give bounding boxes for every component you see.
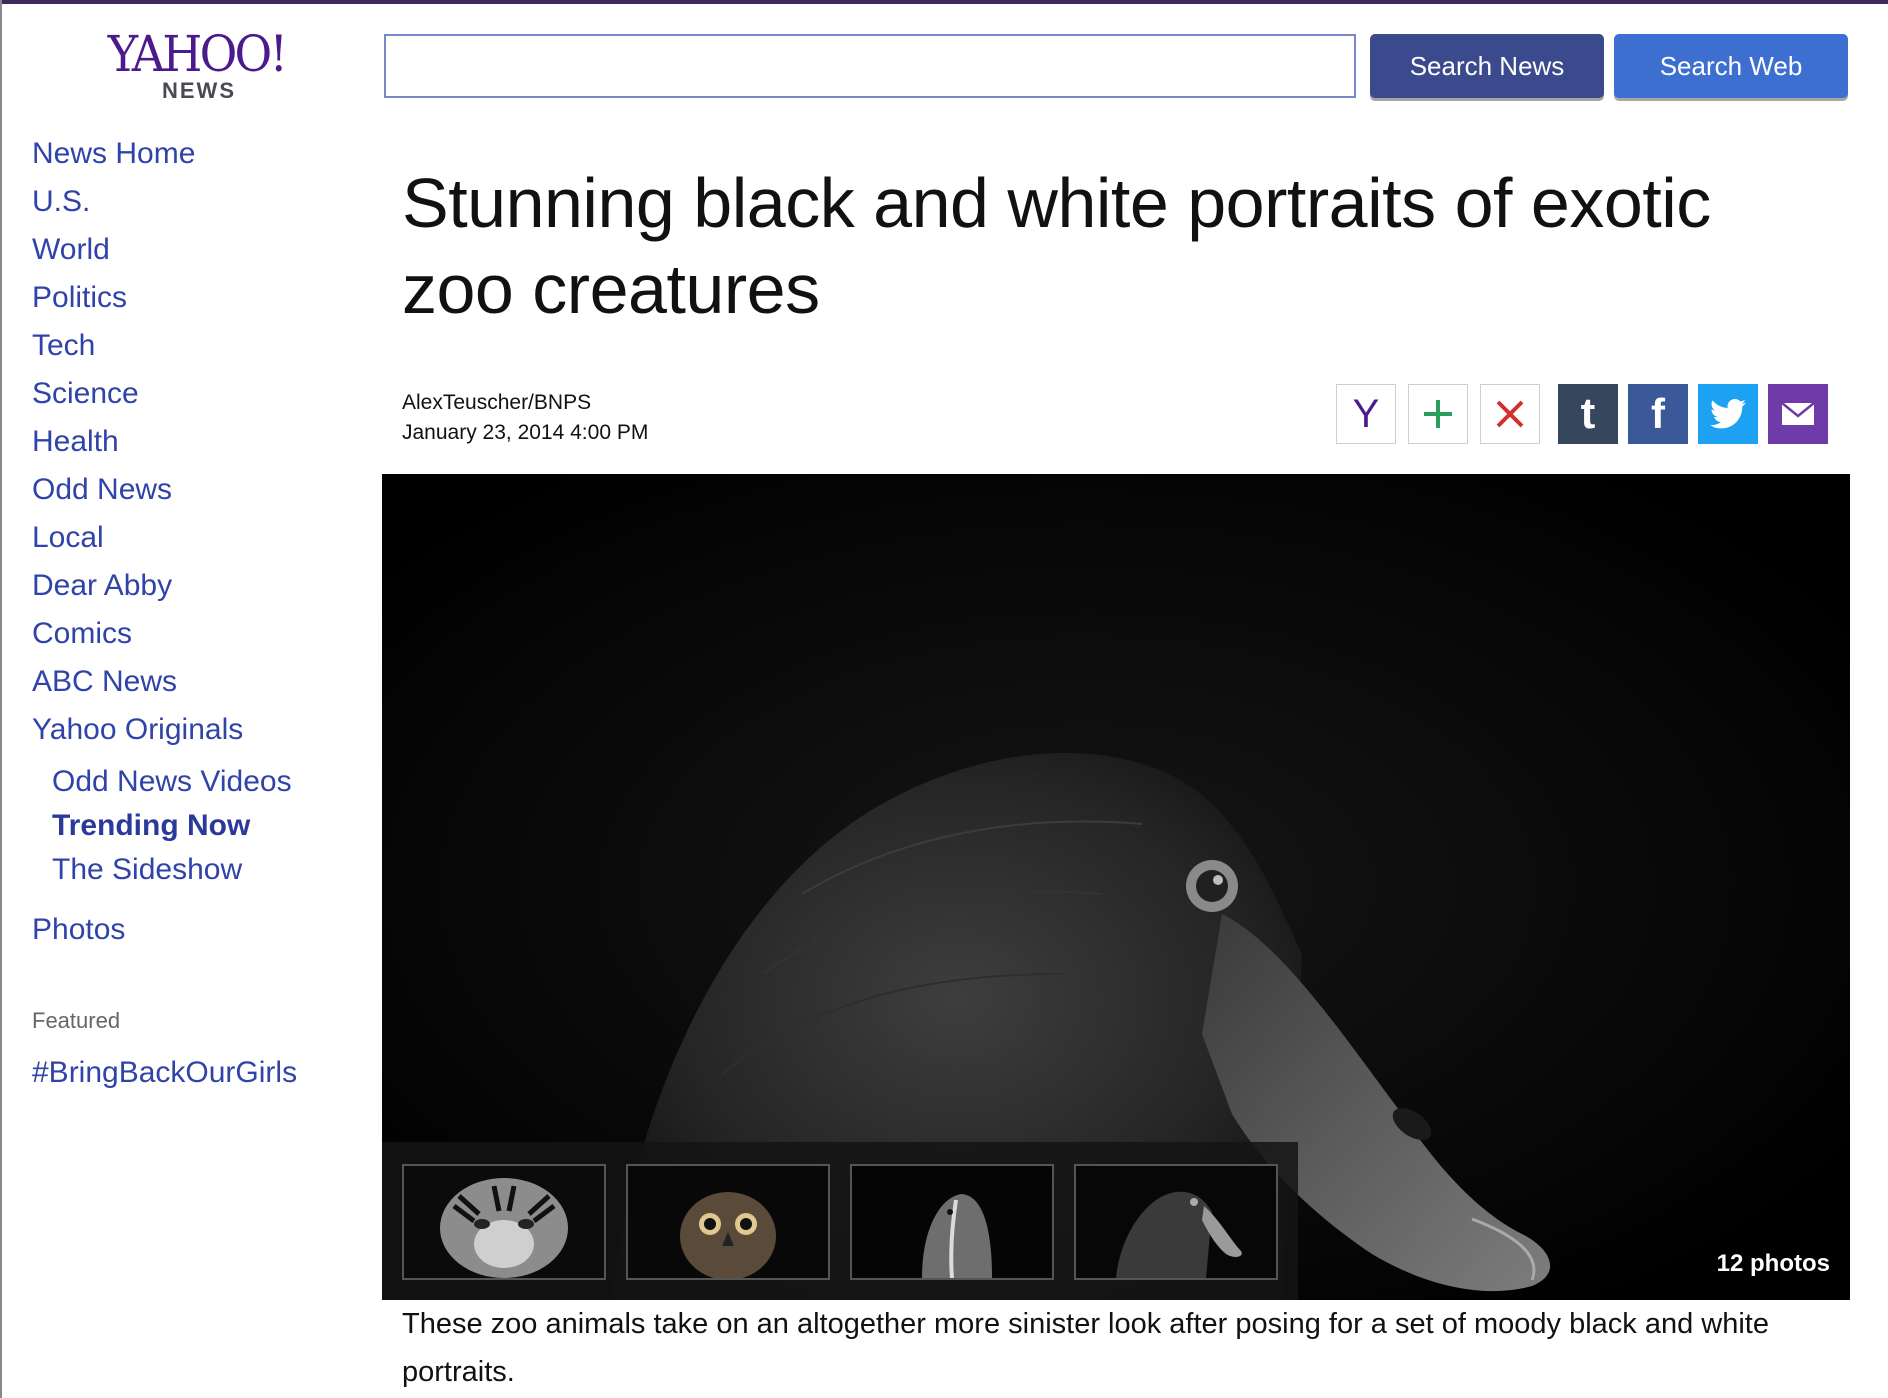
nav-item-health[interactable]: Health — [32, 418, 352, 466]
article-caption: These zoo animals take on an altogether … — [402, 1308, 1769, 1388]
window-left-border — [0, 0, 2, 1398]
window-top-border — [0, 0, 1888, 4]
nav-item-abc-news[interactable]: ABC News — [32, 658, 352, 706]
tumblr-icon[interactable]: t — [1558, 384, 1618, 444]
nav-item-dear-abby[interactable]: Dear Abby — [32, 562, 352, 610]
plus-icon[interactable] — [1408, 384, 1468, 444]
yahoo-y-icon[interactable]: Y — [1336, 384, 1396, 444]
nav-item-comics[interactable]: Comics — [32, 610, 352, 658]
nav-item-world[interactable]: World — [32, 226, 352, 274]
article-title: Stunning black and white portraits of ex… — [402, 164, 1711, 328]
photo-gallery-hero[interactable]: 12 photos — [382, 474, 1850, 1300]
article-date: January 23, 2014 4:00 PM — [402, 421, 649, 444]
featured-label: Featured — [32, 1008, 121, 1033]
bird-thumbnail-image — [852, 1166, 1052, 1278]
twitter-icon[interactable] — [1698, 384, 1758, 444]
search-news-button[interactable]: Search News — [1370, 34, 1604, 98]
nav-item-us[interactable]: U.S. — [32, 178, 352, 226]
featured-link[interactable]: #BringBackOurGirls — [32, 1056, 297, 1090]
thumbnail-tiger[interactable] — [402, 1164, 606, 1280]
nav-item-politics[interactable]: Politics — [32, 274, 352, 322]
sidebar-nav: News Home U.S. World Politics Tech Scien… — [32, 130, 352, 954]
twitter-bird-glyph — [1710, 399, 1746, 429]
close-icon[interactable] — [1480, 384, 1540, 444]
tiger-thumbnail-image — [404, 1166, 604, 1278]
facebook-glyph: f — [1651, 390, 1665, 437]
thumbnail-swan[interactable] — [1074, 1164, 1278, 1280]
plus-glyph — [1424, 400, 1452, 428]
logo-subtitle: NEWS — [162, 78, 236, 103]
nav-subitem-the-sideshow[interactable]: The Sideshow — [32, 848, 352, 892]
yahoo-news-logo[interactable]: YAHOO! NEWS — [96, 28, 296, 108]
envelope-glyph — [1781, 402, 1815, 425]
nav-item-news-home[interactable]: News Home — [32, 130, 352, 178]
search-input[interactable] — [384, 34, 1356, 98]
article-byline: AlexTeuscher/BNPS January 23, 2014 4:00 … — [402, 388, 648, 448]
nav-subitem-odd-news-videos[interactable]: Odd News Videos — [32, 760, 352, 804]
nav-item-science[interactable]: Science — [32, 370, 352, 418]
logo-wordmark: YAHOO! — [107, 25, 287, 83]
close-glyph — [1496, 400, 1524, 428]
search-web-button[interactable]: Search Web — [1614, 34, 1848, 98]
nav-item-odd-news[interactable]: Odd News — [32, 466, 352, 514]
mail-icon[interactable] — [1768, 384, 1828, 444]
photo-count-label: 12 photos — [1716, 1250, 1830, 1277]
swan-thumbnail-image — [1076, 1166, 1276, 1278]
nav-item-yahoo-originals[interactable]: Yahoo Originals — [32, 706, 352, 754]
yahoo-y-glyph: Y — [1352, 391, 1380, 436]
nav-item-local[interactable]: Local — [32, 514, 352, 562]
thumbnail-owl[interactable] — [626, 1164, 830, 1280]
thumbnail-bird[interactable] — [850, 1164, 1054, 1280]
tumblr-glyph: t — [1580, 389, 1596, 438]
article-author: AlexTeuscher/BNPS — [402, 391, 592, 414]
nav-item-photos[interactable]: Photos — [32, 906, 352, 954]
nav-item-tech[interactable]: Tech — [32, 322, 352, 370]
facebook-icon[interactable]: f — [1628, 384, 1688, 444]
nav-subitem-trending-now[interactable]: Trending Now — [32, 804, 352, 848]
owl-thumbnail-image — [628, 1166, 828, 1278]
